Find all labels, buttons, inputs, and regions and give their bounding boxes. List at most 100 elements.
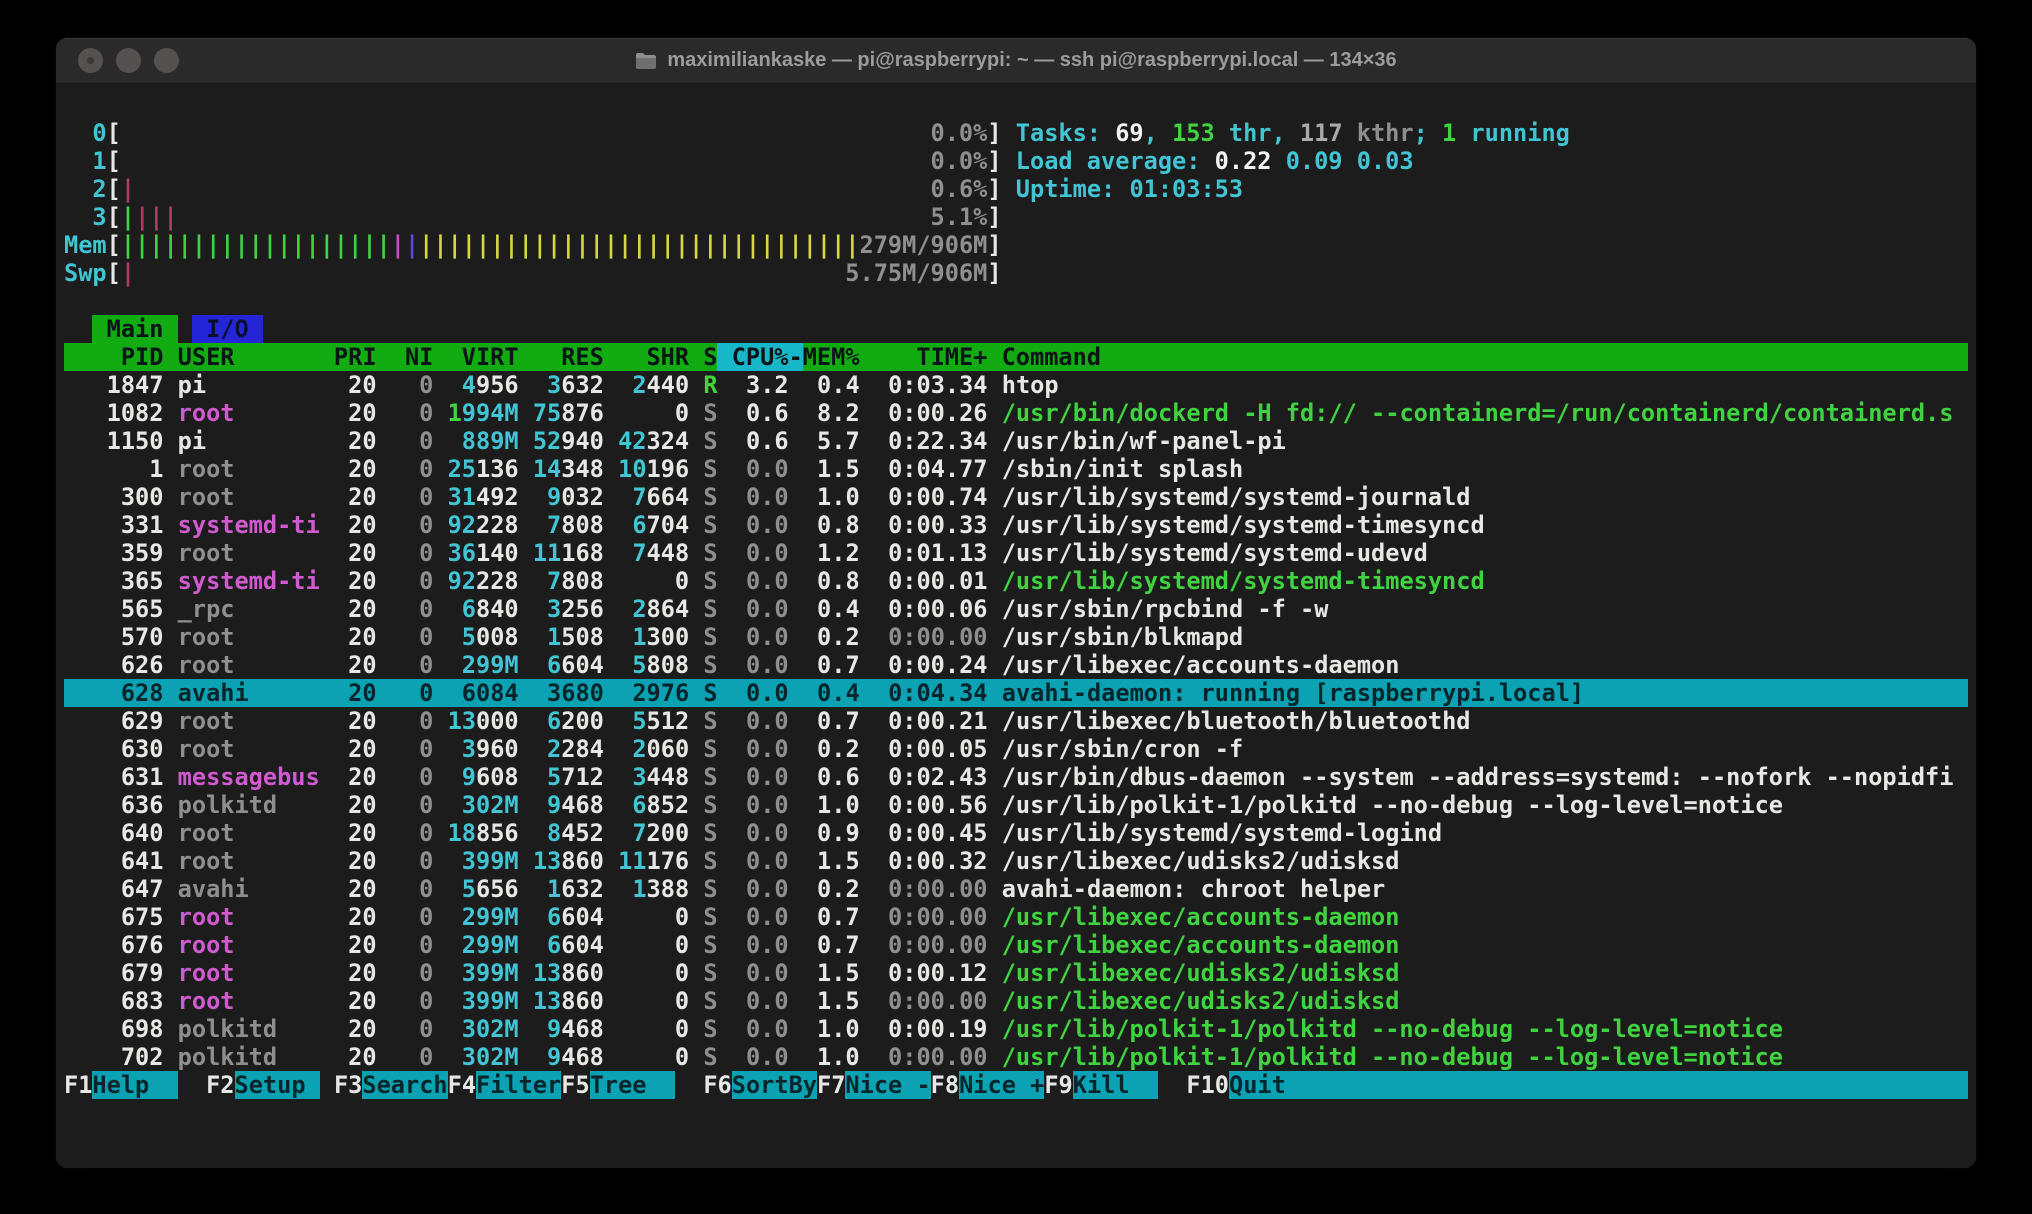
titlebar[interactable]: maximiliankaske — pi@raspberrypi: ~ — ss…	[56, 38, 1976, 84]
cell-state: S	[703, 931, 717, 959]
cell-ni: 0	[377, 455, 434, 483]
process-row-641[interactable]: 641 root 20 0 399M 13860 11176 S 0.0 1.5…	[64, 847, 1968, 875]
tab-main[interactable]: Main	[92, 315, 177, 343]
process-row-636[interactable]: 636 polkitd 20 0 302M 9468 6852 S 0.0 1.…	[64, 791, 1968, 819]
fkey-f2[interactable]: F2Setup	[206, 1071, 320, 1099]
cpu3-meter: 3[|||| 5.1%]	[64, 203, 1968, 231]
cell-user: root	[178, 959, 320, 987]
process-row-698[interactable]: 698 polkitd 20 0 302M 9468 0 S 0.0 1.0 0…	[64, 1015, 1968, 1043]
process-row-1847[interactable]: 1847 pi 20 0 4956 3632 2440 R 3.2 0.4 0:…	[64, 371, 1968, 399]
cell-ni: 0	[377, 1043, 434, 1071]
column-header-pid[interactable]: PID	[64, 343, 163, 371]
cell-state: S	[703, 455, 717, 483]
fkey-f5[interactable]: F5Tree	[561, 1071, 675, 1099]
process-row-1082[interactable]: 1082 root 20 0 1994M 75876 0 S 0.6 8.2 0…	[64, 399, 1968, 427]
column-header-state[interactable]: S	[689, 343, 717, 371]
tasks-summary: 117	[1300, 119, 1343, 147]
column-header-ni[interactable]: NI	[377, 343, 434, 371]
zoom-button[interactable]	[154, 48, 179, 73]
column-header-virt[interactable]: VIRT	[433, 343, 518, 371]
column-header-time[interactable]: TIME+	[860, 343, 988, 371]
column-header-shr[interactable]: SHR	[604, 343, 689, 371]
fkey-f6[interactable]: F6SortBy	[703, 1071, 817, 1099]
cell-command: /usr/bin/dbus-daemon --system --address=…	[1002, 763, 1954, 791]
column-header-user[interactable]: USER	[178, 343, 320, 371]
cell-pid: 359	[64, 539, 163, 567]
process-row-359[interactable]: 359 root 20 0 36140 11168 7448 S 0.0 1.2…	[64, 539, 1968, 567]
cell-user: root	[178, 987, 320, 1015]
tasks-summary: 1	[1442, 119, 1456, 147]
cell-state: R	[703, 371, 717, 399]
fkey-label: Tree	[590, 1071, 675, 1099]
mem-meter-bar: |||||||||||||||||||||||||||||||	[419, 231, 859, 259]
fkey-label: Kill	[1073, 1071, 1158, 1099]
process-row-631[interactable]: 631 messagebus 20 0 9608 5712 3448 S 0.0…	[64, 763, 1968, 791]
fkey-f10[interactable]: F10Quit	[1186, 1071, 1967, 1099]
column-header-cpu-sorted[interactable]: CPU%-	[717, 343, 802, 371]
cell-command: /usr/sbin/blkmapd	[1002, 623, 1243, 651]
process-row-365[interactable]: 365 systemd-ti 20 0 92228 7808 0 S 0.0 0…	[64, 567, 1968, 595]
cell-state: S	[703, 735, 717, 763]
fkey-f8[interactable]: F8Nice +	[931, 1071, 1045, 1099]
cpu2-meter-value: 0.6%	[931, 175, 988, 203]
fkey-f9[interactable]: F9Kill	[1044, 1071, 1158, 1099]
cell-pri: 20	[320, 791, 377, 819]
column-header-command[interactable]: Command	[987, 343, 1953, 371]
process-row-629[interactable]: 629 root 20 0 13000 6200 5512 S 0.0 0.7 …	[64, 707, 1968, 735]
process-row-1150[interactable]: 1150 pi 20 0 889M 52940 42324 S 0.6 5.7 …	[64, 427, 1968, 455]
cell-pri: 20	[320, 875, 377, 903]
cell-mem: 0.9	[803, 819, 860, 847]
process-row-331[interactable]: 331 systemd-ti 20 0 92228 7808 6704 S 0.…	[64, 511, 1968, 539]
cell-ni: 0	[377, 903, 434, 931]
cell-pri: 20	[320, 371, 377, 399]
process-row-676[interactable]: 676 root 20 0 299M 6604 0 S 0.0 0.7 0:00…	[64, 931, 1968, 959]
cell-ni: 0	[377, 707, 434, 735]
cell-pri: 20	[320, 847, 377, 875]
cell-pid: 630	[64, 735, 163, 763]
blank-row	[64, 287, 1968, 315]
fkey-f3[interactable]: F3Search	[334, 1071, 448, 1099]
fkey-f7[interactable]: F7Nice -	[817, 1071, 931, 1099]
cell-time: 0:04.77	[860, 455, 988, 483]
column-header-mem[interactable]: MEM%	[803, 343, 860, 371]
process-row-565[interactable]: 565 _rpc 20 0 6840 3256 2864 S 0.0 0.4 0…	[64, 595, 1968, 623]
cell-cpu: 0.0	[718, 903, 789, 931]
cell-cpu: 0.0	[718, 875, 789, 903]
column-header-res[interactable]: RES	[519, 343, 604, 371]
process-row-683[interactable]: 683 root 20 0 399M 13860 0 S 0.0 1.5 0:0…	[64, 987, 1968, 1015]
cell-ni: 0	[377, 931, 434, 959]
cell-user: root	[178, 539, 320, 567]
cell-command: /usr/lib/systemd/systemd-journald	[1002, 483, 1471, 511]
fkey-label: SortBy	[732, 1071, 817, 1099]
fkey-label: Nice -	[845, 1071, 930, 1099]
process-row-702[interactable]: 702 polkitd 20 0 302M 9468 0 S 0.0 1.0 0…	[64, 1043, 1968, 1071]
process-row-647[interactable]: 647 avahi 20 0 5656 1632 1388 S 0.0 0.2 …	[64, 875, 1968, 903]
process-row-628[interactable]: 628 avahi 20 0 6084 3680 2976 S 0.0 0.4 …	[64, 679, 1968, 707]
cell-mem: 0.8	[803, 567, 860, 595]
fkey-f1[interactable]: F1Help	[64, 1071, 178, 1099]
process-row-570[interactable]: 570 root 20 0 5008 1508 1300 S 0.0 0.2 0…	[64, 623, 1968, 651]
tab-io[interactable]: I/O	[192, 315, 263, 343]
cell-command: /usr/libexec/accounts-daemon	[1002, 903, 1400, 931]
cell-time: 0:00.33	[860, 511, 988, 539]
cell-pid: 676	[64, 931, 163, 959]
fkey-f4[interactable]: F4Filter	[448, 1071, 562, 1099]
process-row-300[interactable]: 300 root 20 0 31492 9032 7664 S 0.0 1.0 …	[64, 483, 1968, 511]
process-row-1[interactable]: 1 root 20 0 25136 14348 10196 S 0.0 1.5 …	[64, 455, 1968, 483]
cell-state: S	[703, 511, 717, 539]
process-row-626[interactable]: 626 root 20 0 299M 6604 5808 S 0.0 0.7 0…	[64, 651, 1968, 679]
column-header-pri[interactable]: PRI	[320, 343, 377, 371]
cell-command: /usr/lib/systemd/systemd-timesyncd	[1002, 567, 1485, 595]
cell-user: polkitd	[178, 1043, 320, 1071]
process-row-640[interactable]: 640 root 20 0 18856 8452 7200 S 0.0 0.9 …	[64, 819, 1968, 847]
close-button[interactable]	[78, 48, 103, 73]
cell-pri: 20	[320, 455, 377, 483]
process-row-679[interactable]: 679 root 20 0 399M 13860 0 S 0.0 1.5 0:0…	[64, 959, 1968, 987]
process-row-675[interactable]: 675 root 20 0 299M 6604 0 S 0.0 0.7 0:00…	[64, 903, 1968, 931]
cell-time: 0:00.45	[860, 819, 988, 847]
cell-state: S	[703, 595, 717, 623]
cell-command: /usr/lib/systemd/systemd-logind	[1002, 819, 1442, 847]
minimize-button[interactable]	[116, 48, 141, 73]
process-row-630[interactable]: 630 root 20 0 3960 2284 2060 S 0.0 0.2 0…	[64, 735, 1968, 763]
cell-state: S	[703, 819, 717, 847]
